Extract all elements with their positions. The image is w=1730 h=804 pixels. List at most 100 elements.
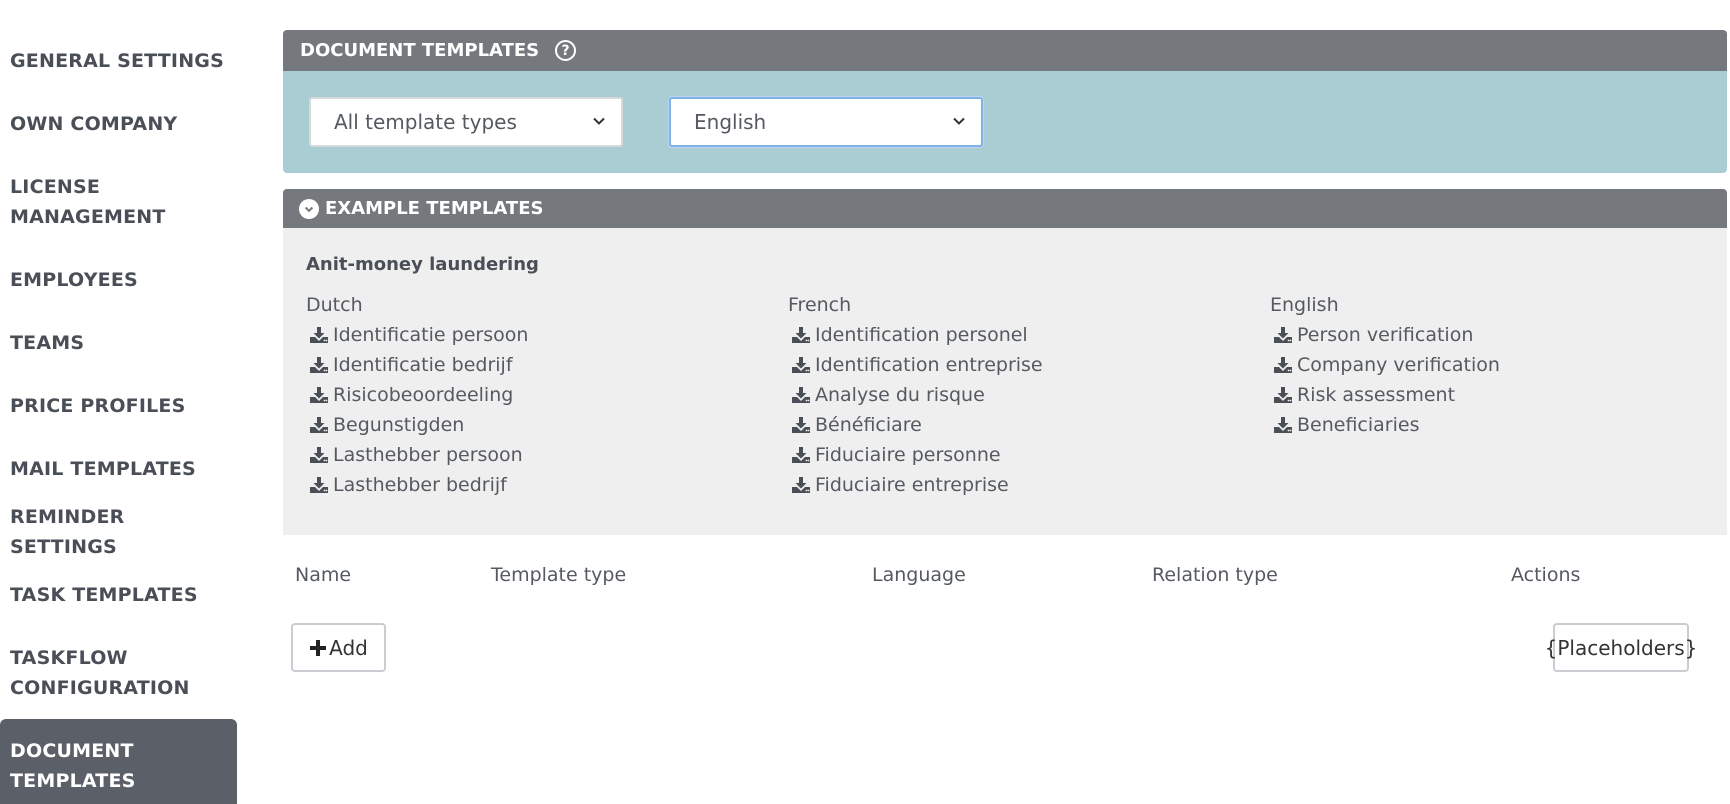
document-templates-header: DOCUMENT TEMPLATES ? (283, 30, 1727, 71)
download-icon (310, 327, 328, 343)
sidebar-item-task-templates[interactable]: TASK TEMPLATES (0, 563, 237, 626)
download-link[interactable]: Risk assessment (1270, 380, 1670, 410)
template-type-select-value: All template types (334, 110, 517, 134)
language-name: French (788, 294, 852, 316)
download-link-label: Risicobeoordeeling (333, 384, 514, 406)
download-link-label: Beneficiaries (1297, 414, 1420, 436)
column-header-name[interactable]: Name (295, 564, 351, 586)
sidebar-item-own-company[interactable]: OWN COMPANY (0, 92, 237, 155)
download-icon (792, 387, 810, 403)
sidebar-item-label: TEAMS (10, 331, 85, 354)
download-link[interactable]: Begunstigden (306, 410, 706, 440)
sidebar-item-label: TASKFLOW CONFIGURATION (10, 646, 190, 699)
placeholders-button[interactable]: {Placeholders} (1545, 623, 1697, 672)
sidebar-item-label: GENERAL SETTINGS (10, 49, 224, 72)
templates-table-header: Name Template type Language Relation typ… (283, 564, 1727, 594)
plus-icon (310, 639, 327, 656)
download-link-label: Person verification (1297, 324, 1474, 346)
download-link-label: Lasthebber bedrijf (333, 474, 507, 496)
download-icon (310, 357, 328, 373)
sidebar-item-label: TASK TEMPLATES (10, 583, 198, 606)
download-icon (310, 447, 328, 463)
add-button-label: Add (329, 635, 368, 660)
download-icon (792, 327, 810, 343)
download-icon (1274, 327, 1292, 343)
sidebar-item-employees[interactable]: EMPLOYEES (0, 248, 237, 311)
chevron-down-icon (593, 117, 605, 125)
language-select[interactable]: English (669, 97, 983, 147)
download-link[interactable]: Company verification (1270, 350, 1670, 380)
language-column-french: French Identification personel Identific… (788, 290, 1188, 500)
help-icon[interactable]: ? (555, 40, 577, 61)
download-link-label: Identificatie persoon (333, 324, 529, 346)
sidebar-item-taskflow-configuration[interactable]: TASKFLOW CONFIGURATION (0, 626, 237, 719)
sidebar-item-general-settings[interactable]: GENERAL SETTINGS (0, 29, 237, 92)
download-icon (310, 387, 328, 403)
placeholders-button-label: {Placeholders} (1544, 635, 1698, 660)
download-icon (310, 477, 328, 493)
page-title: DOCUMENT TEMPLATES (300, 40, 540, 61)
sidebar-item-document-templates[interactable]: DOCUMENT TEMPLATES (0, 719, 237, 804)
collapse-toggle-icon[interactable] (299, 198, 319, 219)
download-link[interactable]: Identification entreprise (788, 350, 1188, 380)
download-link[interactable]: Identificatie persoon (306, 320, 706, 350)
download-link[interactable]: Bénéficiare (788, 410, 1188, 440)
download-link-label: Company verification (1297, 354, 1500, 376)
filter-bar: All template types English (283, 71, 1727, 173)
sidebar-item-label: OWN COMPANY (10, 112, 178, 135)
add-template-button[interactable]: Add (291, 623, 386, 672)
download-link[interactable]: Person verification (1270, 320, 1670, 350)
language-column-english: English Person verification Company veri… (1270, 290, 1670, 440)
download-icon (792, 357, 810, 373)
column-header-template-type[interactable]: Template type (491, 564, 626, 586)
download-link[interactable]: Fiduciaire entreprise (788, 470, 1188, 500)
download-link[interactable]: Identificatie bedrijf (306, 350, 706, 380)
download-link[interactable]: Identification personel (788, 320, 1188, 350)
download-link-label: Identificatie bedrijf (333, 354, 513, 376)
download-link-label: Fiduciaire personne (815, 444, 1001, 466)
sidebar-item-label: REMINDER SETTINGS (10, 505, 125, 558)
column-header-relation-type[interactable]: Relation type (1152, 564, 1278, 586)
download-link[interactable]: Risicobeoordeeling (306, 380, 706, 410)
download-link-label: Identification personel (815, 324, 1028, 346)
language-name: Dutch (306, 294, 363, 316)
download-link-label: Lasthebber persoon (333, 444, 523, 466)
language-column-dutch: Dutch Identificatie persoon Identificati… (306, 290, 706, 500)
download-icon (310, 417, 328, 433)
language-name: English (1270, 294, 1339, 316)
sidebar-item-reminder-settings[interactable]: REMINDER SETTINGS (0, 500, 237, 563)
download-link[interactable]: Analyse du risque (788, 380, 1188, 410)
download-icon (792, 417, 810, 433)
sidebar-item-label: LICENSE MANAGEMENT (10, 175, 166, 228)
settings-sidebar: GENERAL SETTINGS OWN COMPANY LICENSE MAN… (0, 29, 237, 804)
download-link-label: Analyse du risque (815, 384, 985, 406)
column-header-language[interactable]: Language (872, 564, 966, 586)
sidebar-item-license-management[interactable]: LICENSE MANAGEMENT (0, 155, 237, 248)
sidebar-item-teams[interactable]: TEAMS (0, 311, 237, 374)
sidebar-item-label: PRICE PROFILES (10, 394, 186, 417)
download-link-label: Bénéficiare (815, 414, 922, 436)
download-link-label: Fiduciaire entreprise (815, 474, 1009, 496)
download-icon (792, 477, 810, 493)
download-icon (792, 447, 810, 463)
download-link[interactable]: Lasthebber persoon (306, 440, 706, 470)
sidebar-item-label: EMPLOYEES (10, 268, 138, 291)
download-link-label: Begunstigden (333, 414, 465, 436)
example-section-title: Anit-money laundering (306, 254, 539, 275)
download-icon (1274, 387, 1292, 403)
download-link-label: Identification entreprise (815, 354, 1043, 376)
download-icon (1274, 417, 1292, 433)
sidebar-item-label: MAIL TEMPLATES (10, 457, 196, 480)
download-link[interactable]: Beneficiaries (1270, 410, 1670, 440)
example-templates-header[interactable]: EXAMPLE TEMPLATES (283, 189, 1727, 228)
example-templates-panel: Anit-money laundering Dutch Identificati… (283, 228, 1727, 535)
sidebar-item-mail-templates[interactable]: MAIL TEMPLATES (0, 437, 237, 500)
sidebar-item-price-profiles[interactable]: PRICE PROFILES (0, 374, 237, 437)
language-select-value: English (694, 110, 767, 134)
chevron-down-icon (953, 117, 965, 125)
column-header-actions: Actions (1511, 564, 1581, 586)
download-link[interactable]: Lasthebber bedrijf (306, 470, 706, 500)
example-templates-title: EXAMPLE TEMPLATES (325, 198, 544, 219)
template-type-select[interactable]: All template types (309, 97, 623, 147)
download-link[interactable]: Fiduciaire personne (788, 440, 1188, 470)
